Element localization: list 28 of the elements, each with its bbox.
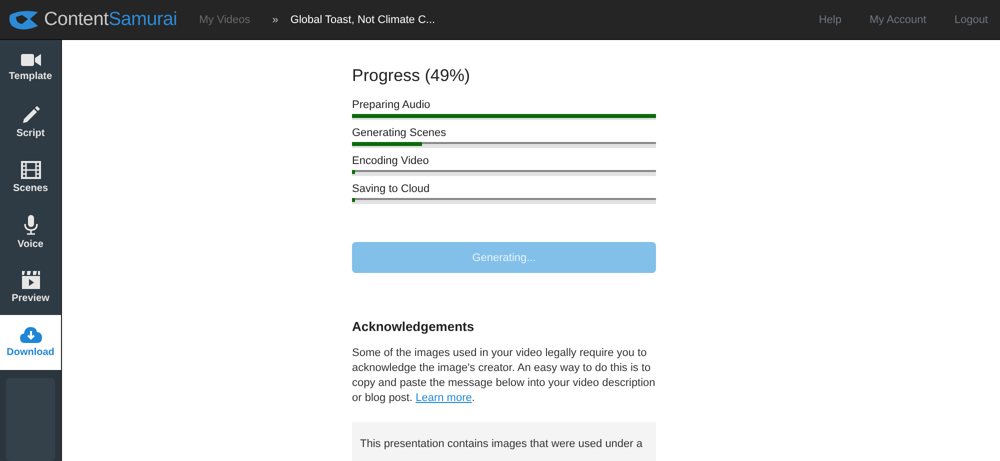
film-strip-icon xyxy=(20,161,40,179)
video-camera-icon xyxy=(20,53,40,67)
cloud-download-icon xyxy=(20,327,42,343)
step-label: Encoding Video xyxy=(352,155,430,167)
sidebar-item[interactable]: Download xyxy=(0,315,61,370)
sidebar-item[interactable]: Script xyxy=(0,95,61,150)
acknowledgements-heading: Acknowledgements xyxy=(352,319,476,334)
nav-link[interactable]: My Account xyxy=(869,14,926,26)
nav-link[interactable]: Help xyxy=(818,14,842,26)
clapperboard-icon xyxy=(20,271,40,289)
breadcrumb-separator: » xyxy=(272,14,278,26)
progress-title: Progress (49%) xyxy=(352,66,472,86)
learn-more-link[interactable]: Learn more xyxy=(416,392,472,404)
breadcrumb-link[interactable]: My Videos xyxy=(199,14,250,26)
sidebar-item[interactable]: Preview xyxy=(0,260,61,315)
microphone-icon xyxy=(24,215,38,235)
pencil-icon xyxy=(22,106,40,124)
nav-link[interactable]: Logout xyxy=(954,14,988,26)
step-label: Saving to Cloud xyxy=(352,183,431,195)
message-text: This presentation contains images that were used under a xyxy=(360,438,642,450)
acknowledgements-text: Some of the images used in your video legally require you to acknowledge the image's creator. An easy way to do this is to copy and paste the message below into your video description or blog post. Learn more. xyxy=(352,346,656,406)
sidebar-item[interactable]: Voice xyxy=(0,205,61,260)
logo-text: ContentSamurai xyxy=(44,8,178,30)
sidebar-item[interactable]: Scenes xyxy=(0,150,61,205)
sidebar-item[interactable]: Template xyxy=(0,40,61,95)
step-label: Preparing Audio xyxy=(352,99,432,111)
step-label: Generating Scenes xyxy=(352,127,448,139)
breadcrumb-link[interactable]: Global Toast, Not Climate C... xyxy=(290,14,436,26)
